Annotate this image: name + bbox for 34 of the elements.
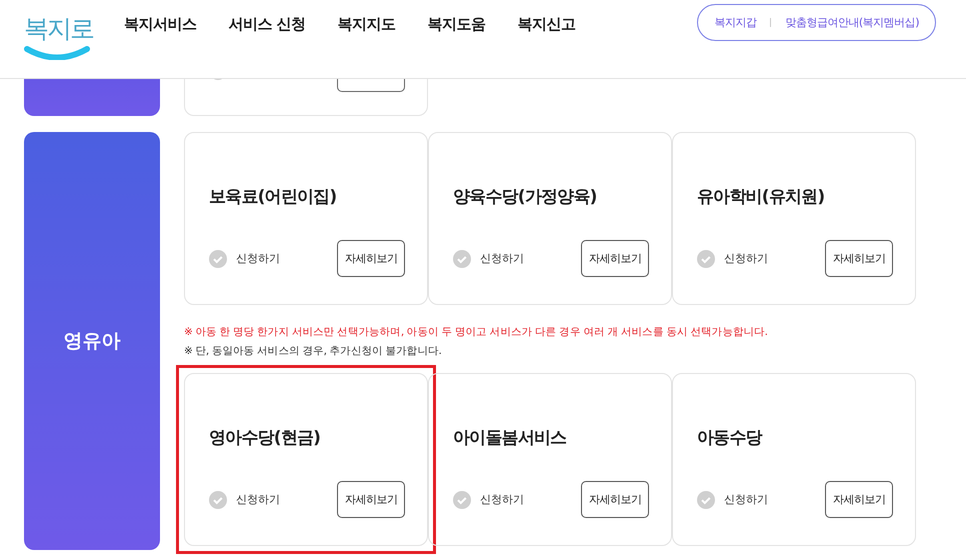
detail-button[interactable]: 자세히보기 <box>337 240 405 277</box>
check-icon <box>453 490 471 508</box>
check-icon <box>453 250 471 268</box>
card-title: 아이돌봄서비스 <box>453 427 568 449</box>
apply-label[interactable]: 신청하기 <box>480 251 524 266</box>
detail-button[interactable]: 자세히보기 <box>581 240 649 277</box>
apply-label[interactable]: 신청하기 <box>236 492 280 507</box>
notice-text: ※ 단, 동일아동 서비스의 경우, 추가신청이 불가합니다. <box>184 344 442 359</box>
apply-label[interactable]: 신청하기 <box>236 251 280 266</box>
card-title: 아동수당 <box>697 427 764 449</box>
check-icon <box>697 490 715 508</box>
category-label: 영유아 <box>64 329 120 354</box>
notice-text: ※ 아동 한 명당 한가지 서비스만 선택가능하며, 아동이 두 명이고 서비스가 다른 경우 여러 개 서비스를 동시 선택가능합니다. <box>184 325 769 340</box>
apply-label[interactable]: 신청하기 <box>724 492 768 507</box>
nav-link[interactable]: 복지서비스 <box>124 14 196 34</box>
detail-button[interactable]: 자세히보기 <box>825 481 893 518</box>
detail-button[interactable]: 자세히보기 <box>581 481 649 518</box>
nav-link[interactable]: 복지신고 <box>518 14 576 34</box>
nav-link[interactable]: 서비스 신청 <box>228 14 306 34</box>
card-title: 보육료(어린이집) <box>209 186 338 208</box>
nav-link[interactable]: 복지지도 <box>338 14 396 34</box>
check-icon <box>209 250 227 268</box>
card-title: 영아수당(현금) <box>209 427 322 449</box>
apply-label[interactable]: 신청하기 <box>480 492 524 507</box>
detail-button[interactable]: 자세히보기 <box>825 240 893 277</box>
card-title: 유아학비(유치원) <box>697 186 826 208</box>
check-icon <box>209 490 227 508</box>
detail-button[interactable]: 자세히보기 <box>337 481 405 518</box>
card-title: 양육수당(가정양육) <box>453 186 598 208</box>
apply-label[interactable]: 신청하기 <box>724 251 768 266</box>
quick-link[interactable]: 맞춤형급여안내(복지멤버십) <box>785 14 919 30</box>
quick-link[interactable]: 복지지갑 <box>714 14 756 30</box>
check-icon <box>697 250 715 268</box>
nav-link[interactable]: 복지도움 <box>428 14 486 34</box>
